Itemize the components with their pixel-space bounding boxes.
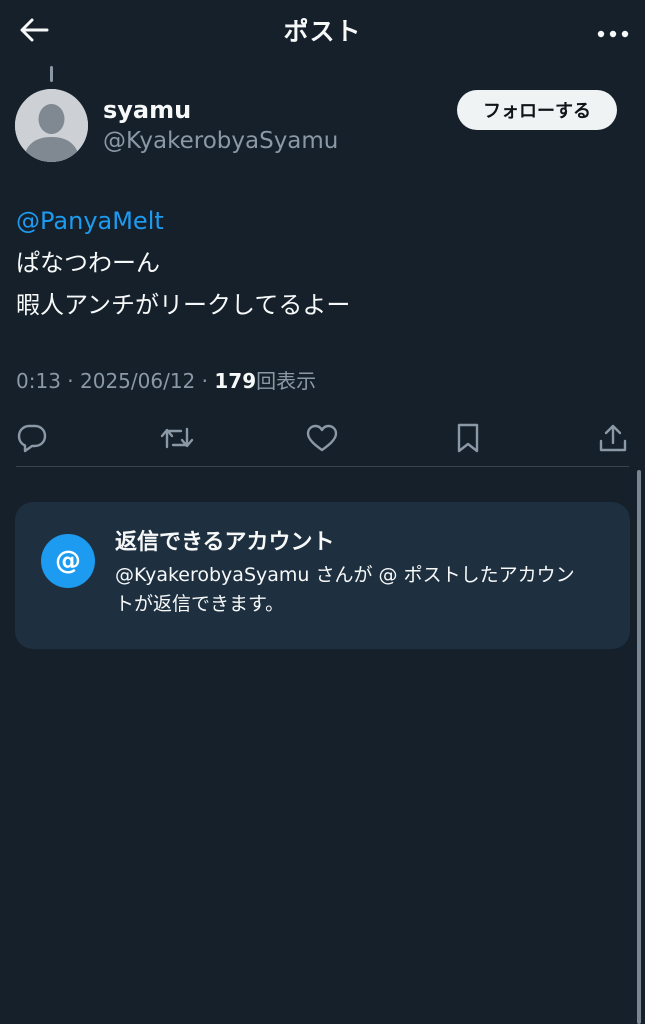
post-date: 2025/06/12 <box>80 369 196 393</box>
repost-button[interactable] <box>159 420 195 456</box>
avatar[interactable] <box>15 89 88 162</box>
reply-restriction-description: @KyakerobyaSyamu さんが @ ポストしたアカウントが返信できます… <box>115 564 575 615</box>
post-line: ぱなつわーん <box>16 249 160 277</box>
follow-button[interactable]: フォローする <box>457 90 617 130</box>
post-time: 0:13 <box>16 369 61 393</box>
author-handle[interactable]: @KyakerobyaSyamu <box>103 124 338 158</box>
like-icon <box>306 424 338 452</box>
share-icon <box>599 424 627 452</box>
thread-connector-line <box>50 66 53 82</box>
mention-link[interactable]: @PanyaMelt <box>16 207 164 235</box>
reply-icon <box>17 424 47 453</box>
more-dots-icon <box>597 23 629 42</box>
post-text: @PanyaMelt ぱなつわーん 暇人アンチがリークしてるよー <box>16 200 626 326</box>
views-count[interactable]: 179 <box>214 369 256 393</box>
repost-icon <box>160 427 194 449</box>
action-bar <box>0 416 645 460</box>
at-sign-icon: @ <box>41 534 95 588</box>
divider <box>16 466 629 467</box>
reply-button[interactable] <box>14 420 50 456</box>
reply-restriction-card: @ 返信できるアカウント @KyakerobyaSyamu さんが @ ポストし… <box>15 502 630 649</box>
author-display-name[interactable]: syamu <box>103 93 191 127</box>
reply-restriction-title: 返信できるアカウント <box>115 530 335 555</box>
post-line: 暇人アンチがリークしてるよー <box>16 291 351 319</box>
scrollbar[interactable] <box>637 470 641 1024</box>
views-label[interactable]: 回表示 <box>256 369 316 393</box>
top-bar: ポスト <box>0 0 645 64</box>
like-button[interactable] <box>304 420 340 456</box>
meta-separator: · <box>67 369 74 393</box>
default-avatar-icon <box>15 89 88 162</box>
post-meta: 0:13 · 2025/06/12 · 179回表示 <box>16 364 316 398</box>
bookmark-icon <box>457 423 479 453</box>
meta-separator: · <box>201 369 208 393</box>
more-button[interactable] <box>591 14 635 50</box>
bookmark-button[interactable] <box>450 420 486 456</box>
page-title: ポスト <box>283 17 362 46</box>
share-button[interactable] <box>595 420 631 456</box>
